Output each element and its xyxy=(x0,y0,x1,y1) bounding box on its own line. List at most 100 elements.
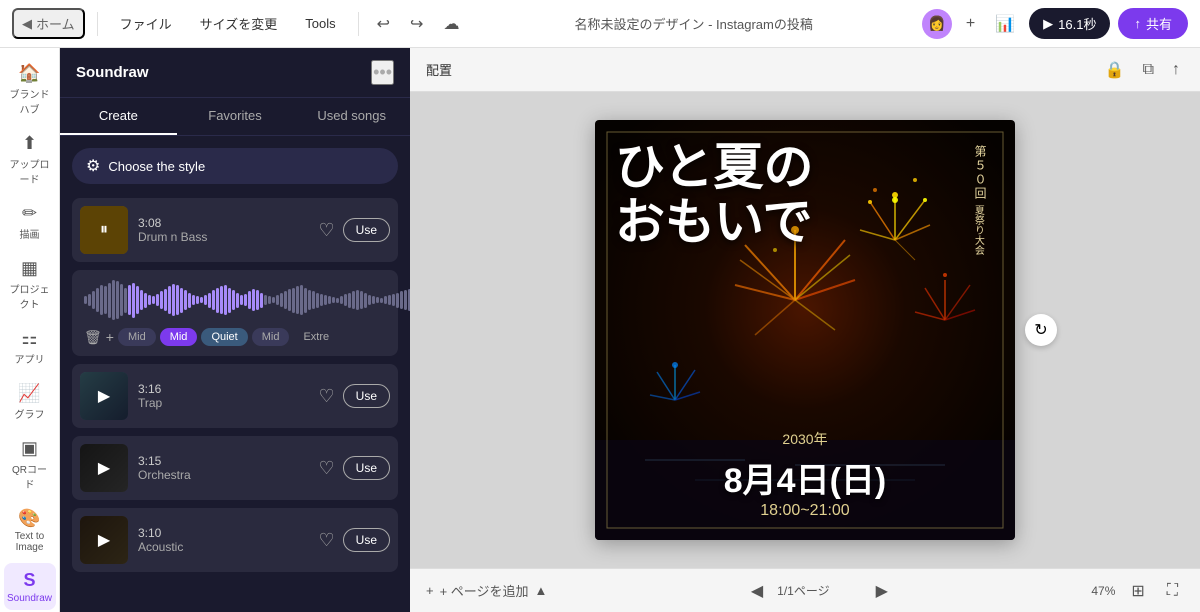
draw-icon: ✏ xyxy=(19,202,41,224)
zoom-level: 47% xyxy=(1091,584,1115,598)
song-info-4: 3:10 Acoustic xyxy=(138,526,309,554)
resize-label: サイズを変更 xyxy=(200,14,278,33)
page-info: 1/1ページ xyxy=(777,582,829,599)
sidebar-item-qr[interactable]: ▣ QRコード xyxy=(4,431,56,497)
soundraw-panel-title: Soundraw xyxy=(76,64,149,81)
sidebar-item-soundraw[interactable]: S Soundraw xyxy=(4,563,56,610)
use-button-3[interactable]: Use xyxy=(343,456,390,480)
topbar-right: 👩 + 📊 ▶ 16.1秒 ↑ 共有 xyxy=(922,8,1188,39)
canvas-area: 配置 🔒 ⧉ ↑ xyxy=(410,48,1200,612)
song-time-2: 3:16 xyxy=(138,382,309,396)
segment-delete-button[interactable]: 🗑 xyxy=(84,329,102,346)
main-content: 🏠 ブランドハブ ⬆ アップロード ✏ 描画 ▦ プロジェクト ⚏ アプリ 📈 … xyxy=(0,48,1200,612)
tab-favorites[interactable]: Favorites xyxy=(177,98,294,135)
tab-create[interactable]: Create xyxy=(60,98,177,135)
tab-favorites-label: Favorites xyxy=(208,108,261,123)
prev-page-button[interactable]: ◀ xyxy=(745,577,769,605)
use-button-1[interactable]: Use xyxy=(343,218,390,242)
song-item-1: ⏸ 3:08 Drum n Bass ♡ Use xyxy=(72,198,398,262)
canvas-main[interactable]: ひと夏の おもいで 2030年 8月4日(日) 18:00~21:00 xyxy=(410,92,1200,568)
canvas-bottom: + + ページを追加 ▲ ◀ 1/1ページ ▶ 47% ⊞ ⛶ xyxy=(410,568,1200,612)
segment-mid-2[interactable]: Mid xyxy=(160,328,198,346)
waveform-section: 🗑 + Mid Mid Quiet Mid Extre xyxy=(72,270,398,356)
copy-button[interactable]: ⧉ xyxy=(1139,56,1158,84)
sidebar-item-apps[interactable]: ⚏ アプリ xyxy=(4,321,56,372)
avatar[interactable]: 👩 xyxy=(922,9,952,39)
waveform-display[interactable] xyxy=(84,280,386,320)
segment-mid-1[interactable]: Mid xyxy=(118,328,156,346)
back-home-button[interactable]: ◀ ホーム xyxy=(12,8,85,39)
file-menu-button[interactable]: ファイル xyxy=(110,10,182,37)
style-btn-label: Choose the style xyxy=(108,159,205,174)
undo-button[interactable]: ↩ xyxy=(371,10,396,38)
segment-more: Extre xyxy=(293,328,339,346)
draw-label: 描画 xyxy=(20,226,40,241)
sidebar-item-brand-hub[interactable]: 🏠 ブランドハブ xyxy=(4,56,56,122)
segment-mid-3[interactable]: Mid xyxy=(252,328,290,346)
play-button[interactable]: ▶ 16.1秒 xyxy=(1029,8,1110,39)
song-thumb-1[interactable]: ⏸ xyxy=(80,206,128,254)
share-button[interactable]: ↑ 共有 xyxy=(1118,8,1188,39)
qr-icon: ▣ xyxy=(19,437,41,459)
soundraw-body: ⚙ Choose the style ⏸ 3:08 Drum n Bass ♡ … xyxy=(60,136,410,612)
graph-icon: 📈 xyxy=(19,382,41,404)
song-thumb-3[interactable]: ▶ xyxy=(80,444,128,492)
sidebar-item-graph[interactable]: 📈 グラフ xyxy=(4,376,56,427)
favorite-button-1[interactable]: ♡ xyxy=(319,220,335,241)
qr-label: QRコード xyxy=(8,461,52,491)
tab-used-songs[interactable]: Used songs xyxy=(293,98,410,135)
topbar: ◀ ホーム ファイル サイズを変更 Tools ↩ ↪ ☁ 名称未設定のデザイン… xyxy=(0,0,1200,48)
export-button[interactable]: ↑ xyxy=(1168,56,1184,84)
add-page-button[interactable]: + + ページを追加 ▲ xyxy=(426,581,547,600)
add-collaborator-button[interactable]: + xyxy=(960,11,981,37)
play-icon: ▶ xyxy=(1043,16,1053,32)
tools-button[interactable]: Tools xyxy=(295,12,345,35)
apps-icon: ⚏ xyxy=(19,327,41,349)
sidebar-icons: 🏠 ブランドハブ ⬆ アップロード ✏ 描画 ▦ プロジェクト ⚏ アプリ 📈 … xyxy=(0,48,60,612)
cloud-save-button[interactable]: ☁ xyxy=(437,10,465,38)
use-button-4[interactable]: Use xyxy=(343,528,390,552)
song-genre-1: Drum n Bass xyxy=(138,230,309,244)
favorite-button-2[interactable]: ♡ xyxy=(319,386,335,407)
segment-add-button[interactable]: + xyxy=(106,329,114,345)
text-to-image-label: Text to Image xyxy=(8,531,52,553)
topbar-divider-2 xyxy=(358,12,359,36)
style-icon: ⚙ xyxy=(86,156,100,176)
grid-view-button[interactable]: ⊞ xyxy=(1125,577,1150,605)
fullscreen-button[interactable]: ⛶ xyxy=(1161,578,1184,604)
song-thumb-4[interactable]: ▶ xyxy=(80,516,128,564)
favorite-button-3[interactable]: ♡ xyxy=(319,458,335,479)
main-text-line2: おもいで xyxy=(615,195,995,250)
topbar-title: 名称未設定のデザイン - Instagramの投稿 xyxy=(469,14,917,33)
soundraw-label: Soundraw xyxy=(7,593,52,604)
song-info-2: 3:16 Trap xyxy=(138,382,309,410)
file-label: ファイル xyxy=(120,14,172,33)
lock-button[interactable]: 🔒 xyxy=(1101,56,1129,84)
analytics-button[interactable]: 📊 xyxy=(989,10,1021,38)
redo-button[interactable]: ↪ xyxy=(404,10,429,38)
song-actions-1: ♡ Use xyxy=(319,218,390,242)
song-thumb-2[interactable]: ▶ xyxy=(80,372,128,420)
design-canvas[interactable]: ひと夏の おもいで 2030年 8月4日(日) 18:00~21:00 xyxy=(595,120,1015,540)
canvas-toolbar: 配置 🔒 ⧉ ↑ xyxy=(410,48,1200,92)
year-text: 2030年 xyxy=(615,429,995,449)
next-page-button[interactable]: ▶ xyxy=(870,577,894,605)
page-navigation: ◀ 1/1ページ ▶ xyxy=(745,577,894,605)
segment-quiet[interactable]: Quiet xyxy=(201,328,247,346)
resize-button[interactable]: サイズを変更 xyxy=(190,10,288,37)
apps-label: アプリ xyxy=(15,351,45,366)
sidebar-item-draw[interactable]: ✏ 描画 xyxy=(4,196,56,247)
soundraw-more-button[interactable]: ••• xyxy=(371,60,394,85)
song-time-4: 3:10 xyxy=(138,526,309,540)
choose-style-button[interactable]: ⚙ Choose the style xyxy=(72,148,398,184)
sidebar-item-projects[interactable]: ▦ プロジェクト xyxy=(4,251,56,317)
sidebar-item-upload[interactable]: ⬆ アップロード xyxy=(4,126,56,192)
canvas-toolbar-label: 配置 xyxy=(426,60,452,79)
refresh-design-button[interactable]: ↻ xyxy=(1025,314,1057,346)
sidebar-item-text-to-image[interactable]: 🎨 Text to Image xyxy=(4,501,56,559)
song-actions-3: ♡ Use xyxy=(319,456,390,480)
favorite-button-4[interactable]: ♡ xyxy=(319,530,335,551)
use-button-2[interactable]: Use xyxy=(343,384,390,408)
time-text: 18:00~21:00 xyxy=(615,502,995,520)
upload-label: アップロード xyxy=(8,156,52,186)
